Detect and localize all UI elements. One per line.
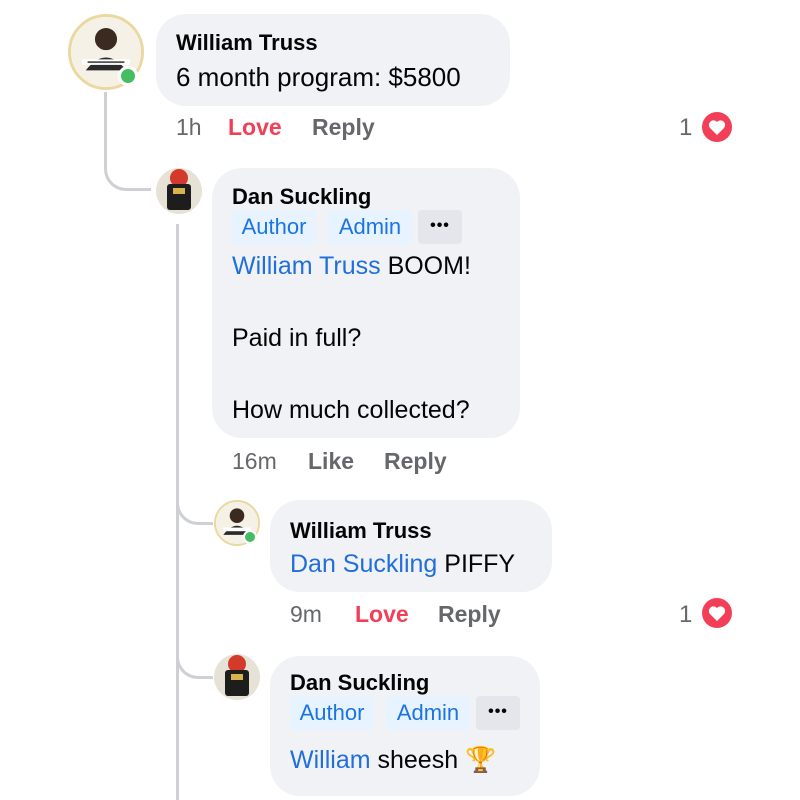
like-button[interactable]: Like bbox=[308, 448, 354, 475]
avatar-dan-suckling[interactable] bbox=[156, 168, 202, 214]
thread-connector-reply-3 bbox=[176, 640, 213, 679]
comment-text: How much collected? bbox=[232, 396, 470, 424]
mention-link[interactable]: William bbox=[290, 746, 371, 774]
avatar-dan-suckling-image bbox=[214, 654, 260, 700]
avatar-dan-suckling-image bbox=[156, 168, 202, 214]
online-status-icon bbox=[243, 530, 257, 544]
comment-author[interactable]: William Truss bbox=[176, 30, 318, 56]
online-status-icon bbox=[118, 66, 138, 86]
comment-bubble[interactable]: William Truss Dan Suckling PIFFY bbox=[270, 500, 552, 592]
comment-text: sheesh bbox=[377, 746, 459, 774]
comment-author[interactable]: William Truss bbox=[290, 518, 432, 544]
avatar-dan-suckling[interactable] bbox=[214, 654, 260, 700]
reply-button[interactable]: Reply bbox=[384, 448, 447, 475]
reply-button[interactable]: Reply bbox=[438, 601, 501, 628]
more-options-icon[interactable]: ••• bbox=[476, 696, 520, 730]
comment-line-1: Dan Suckling PIFFY bbox=[290, 550, 515, 579]
comment-text: Paid in full? bbox=[232, 324, 362, 352]
trophy-emoji: 🏆 bbox=[465, 746, 497, 774]
comment-time[interactable]: 9m bbox=[290, 601, 322, 628]
author-badge[interactable]: Author bbox=[290, 696, 374, 730]
comment-text: PIFFY bbox=[444, 550, 516, 578]
mention-link[interactable]: William Truss bbox=[232, 252, 381, 280]
comment-line-1: William sheesh 🏆 bbox=[290, 746, 496, 775]
comment-author[interactable]: Dan Suckling bbox=[290, 670, 429, 696]
reaction-count[interactable]: 1 bbox=[679, 114, 692, 142]
love-reaction-button[interactable]: Love bbox=[355, 601, 409, 628]
comment-bubble[interactable]: Dan Suckling Author Admin ••• William sh… bbox=[270, 656, 540, 796]
comment-text: BOOM! bbox=[387, 252, 471, 280]
comment-time[interactable]: 1h bbox=[176, 114, 202, 141]
love-reaction-button[interactable]: Love bbox=[228, 114, 282, 141]
comment-time[interactable]: 16m bbox=[232, 448, 277, 475]
heart-icon[interactable] bbox=[702, 112, 732, 142]
thread-connector-reply-1 bbox=[104, 150, 151, 191]
mention-link[interactable]: Dan Suckling bbox=[290, 550, 437, 578]
reaction-count[interactable]: 1 bbox=[679, 601, 692, 629]
comment-bubble[interactable]: William Truss 6 month program: $5800 bbox=[156, 14, 510, 106]
thread-connector-reply-2 bbox=[176, 490, 213, 525]
comment-text: 6 month program: $5800 bbox=[176, 62, 461, 92]
author-badge[interactable]: Author bbox=[232, 210, 316, 244]
comment-bubble[interactable]: Dan Suckling Author Admin ••• William Tr… bbox=[212, 168, 520, 438]
admin-badge[interactable]: Admin bbox=[386, 696, 470, 730]
reply-button[interactable]: Reply bbox=[312, 114, 375, 141]
comment-author[interactable]: Dan Suckling bbox=[232, 184, 371, 210]
heart-icon[interactable] bbox=[702, 598, 732, 628]
comment-line-1: William Truss BOOM! bbox=[232, 252, 471, 281]
more-options-icon[interactable]: ••• bbox=[418, 210, 462, 244]
admin-badge[interactable]: Admin bbox=[328, 210, 412, 244]
